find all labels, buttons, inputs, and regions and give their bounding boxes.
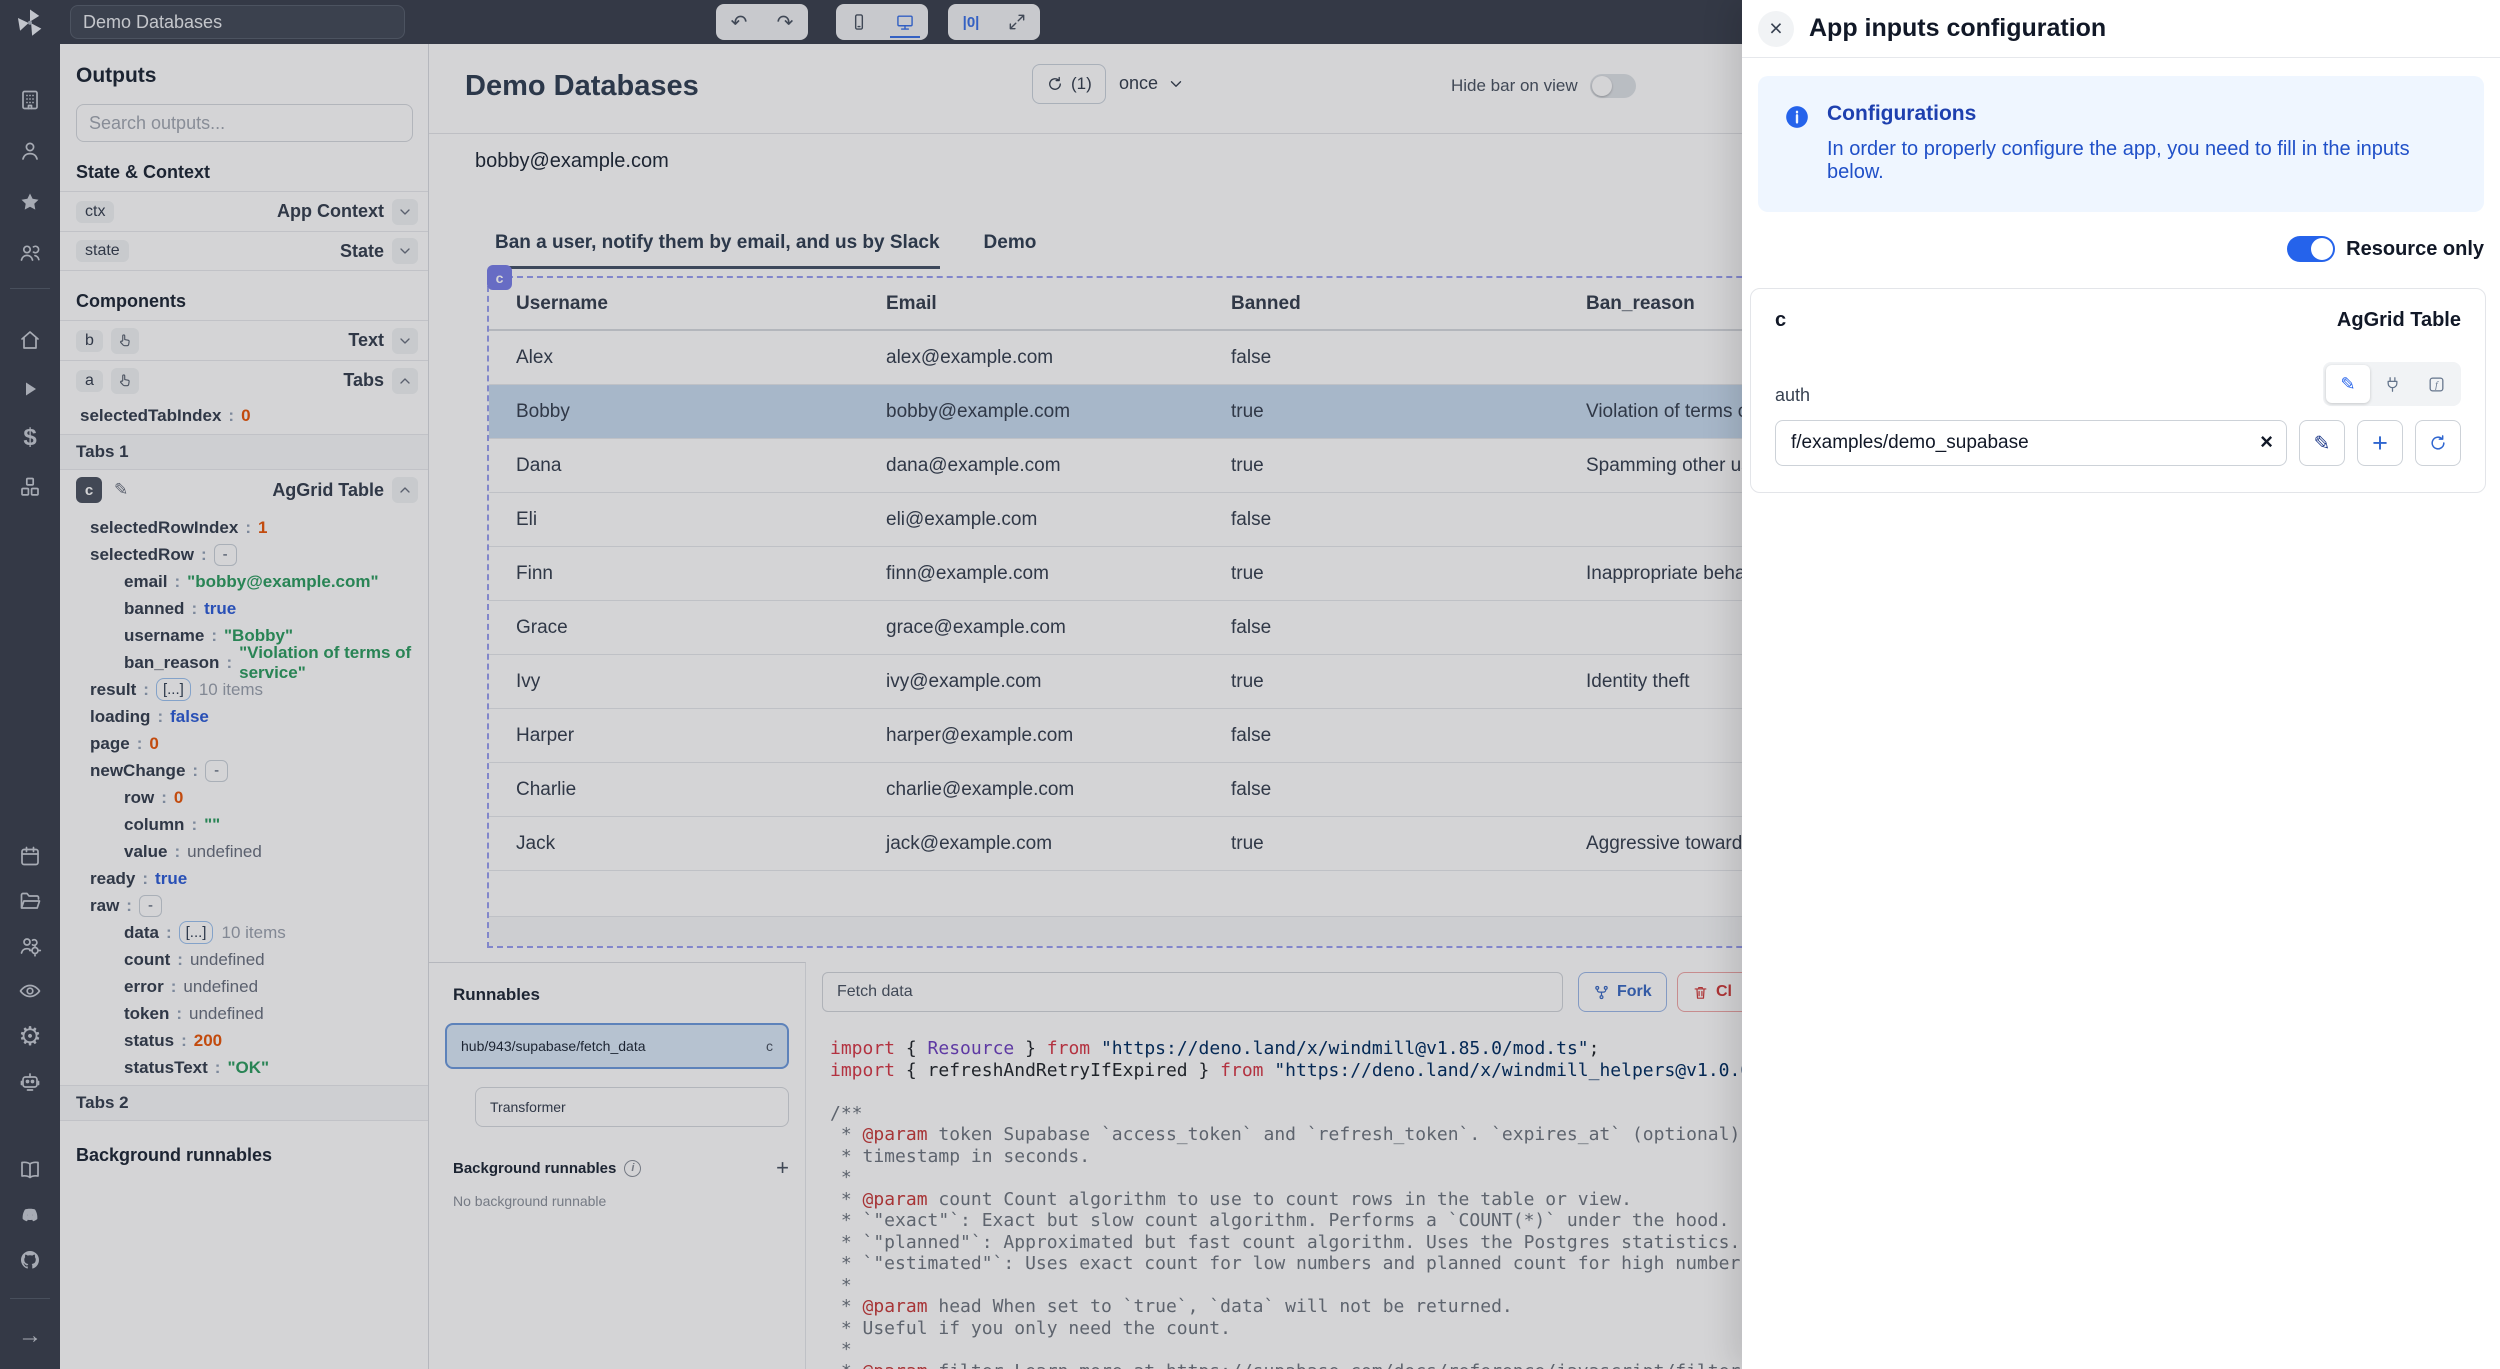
svg-text:f: f (2435, 380, 2439, 391)
connect-mode-button[interactable] (2370, 365, 2414, 403)
close-icon[interactable]: × (1758, 11, 1794, 47)
drawer-header: × App inputs configuration (1742, 0, 2500, 58)
clear-input-icon[interactable]: × (2260, 429, 2273, 455)
field-label: auth (1775, 385, 1810, 406)
input-mode-segmented-control: ✎ f (2323, 362, 2461, 406)
app-inputs-drawer: × App inputs configuration Configuration… (1742, 0, 2500, 1369)
windmill-app-editor: ↶ ↷ |0| $⚙→ Outputs State & Context ctx … (0, 0, 2500, 1369)
edit-resource-button[interactable]: ✎ (2299, 420, 2345, 466)
plus-icon: + (2372, 428, 2388, 459)
configurations-info-box: Configurations In order to properly conf… (1758, 76, 2484, 212)
function-icon: f (2427, 375, 2446, 394)
drawer-backdrop[interactable] (0, 0, 1742, 1369)
info-title: Configurations (1827, 102, 2458, 126)
pencil-icon: ✎ (2314, 431, 2331, 456)
resource-only-label: Resource only (2346, 238, 2484, 261)
refresh-icon (2428, 433, 2448, 453)
resource-only-toggle[interactable] (2287, 236, 2335, 262)
component-input-card: c AgGrid Table auth ✎ f × ✎ + (1750, 288, 2486, 493)
info-body: In order to properly configure the app, … (1827, 138, 2458, 184)
info-icon (1784, 104, 1810, 130)
plug-icon (2383, 375, 2402, 394)
add-resource-button[interactable]: + (2357, 420, 2403, 466)
refresh-resource-button[interactable] (2415, 420, 2461, 466)
eval-mode-button[interactable]: f (2414, 365, 2458, 403)
resource-only-row: Resource only (1758, 236, 2484, 262)
card-component-type: AgGrid Table (2337, 309, 2461, 332)
drawer-title: App inputs configuration (1809, 14, 2106, 43)
pencil-icon: ✎ (2340, 374, 2355, 395)
resource-path-input[interactable] (1775, 420, 2287, 466)
static-mode-button[interactable]: ✎ (2326, 365, 2370, 403)
card-component-id: c (1775, 309, 1786, 332)
